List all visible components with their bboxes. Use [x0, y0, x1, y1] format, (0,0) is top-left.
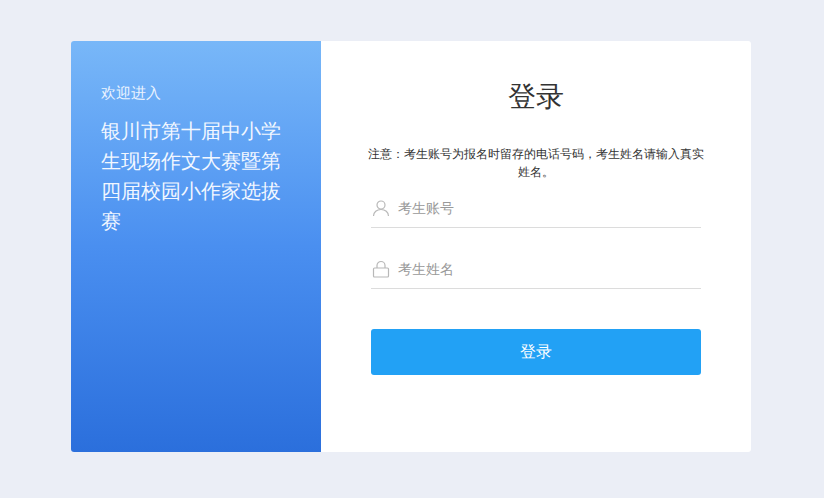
login-page: 欢迎进入银川市第十届中小学生现场作文大赛暨第四届校园小作家选拔赛登录注意：考生账… — [0, 0, 824, 498]
welcome-panel: 欢迎进入银川市第十届中小学生现场作文大赛暨第四届校园小作家选拔赛 — [71, 41, 321, 452]
user-icon — [372, 199, 390, 217]
form-notice: 注意：考生账号为报名时留存的电话号码，考生姓名请输入真实姓名。 — [366, 145, 706, 181]
lock-icon — [372, 260, 390, 278]
form-fields — [371, 189, 701, 289]
contest-title: 银川市第十届中小学生现场作文大赛暨第四届校园小作家选拔赛 — [101, 116, 289, 236]
welcome-greeting: 欢迎进入 — [101, 82, 321, 104]
form-field[interactable] — [371, 250, 701, 289]
field-input[interactable] — [398, 198, 701, 219]
login-button[interactable]: 登录 — [371, 329, 701, 375]
form-title: 登录 — [508, 77, 564, 117]
form-field[interactable] — [371, 189, 701, 228]
field-input[interactable] — [398, 259, 701, 280]
login-card: 欢迎进入银川市第十届中小学生现场作文大赛暨第四届校园小作家选拔赛登录注意：考生账… — [71, 41, 751, 452]
login-form: 登录注意：考生账号为报名时留存的电话号码，考生姓名请输入真实姓名。登录 — [321, 41, 751, 452]
